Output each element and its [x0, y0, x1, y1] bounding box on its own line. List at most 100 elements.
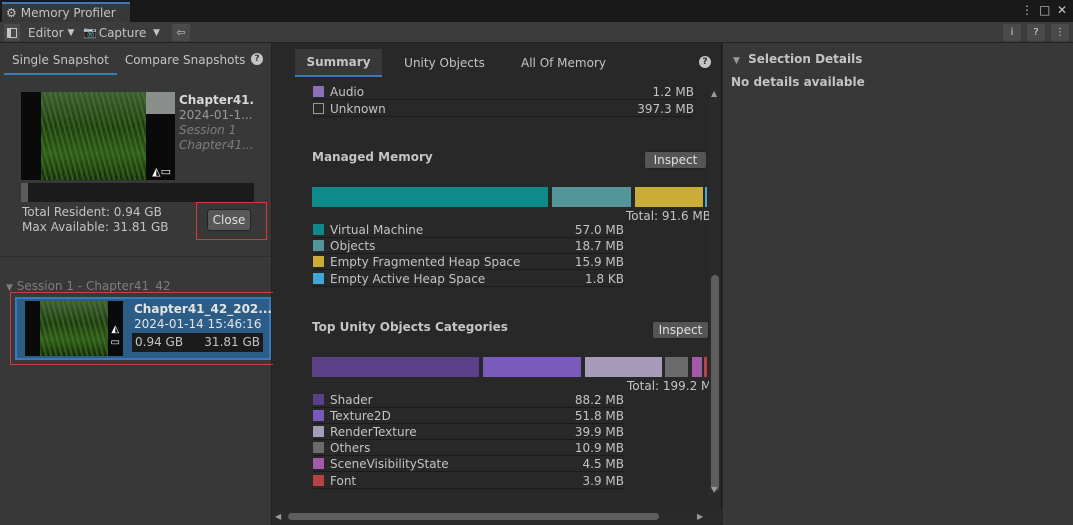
session-available: 31.81 GB: [204, 335, 260, 349]
close-window-icon[interactable]: ✕: [1057, 3, 1067, 17]
list-item[interactable]: Audio 1.2 MB: [313, 84, 694, 100]
bar-segment-shader[interactable]: [312, 357, 479, 377]
bar-segment-objects[interactable]: [552, 187, 631, 207]
tab-summary[interactable]: Summary: [295, 49, 382, 77]
close-button[interactable]: Close: [207, 209, 251, 231]
horizontal-scrollbar[interactable]: ◀ ▶: [273, 510, 722, 523]
row-label: Texture2D: [330, 408, 391, 423]
snapshot-name: Chapter41...: [179, 93, 255, 107]
row-label: Audio: [330, 84, 365, 99]
legend-swatch: [313, 103, 324, 114]
tab-single-snapshot[interactable]: Single Snapshot: [4, 51, 117, 75]
selection-details-title: Selection Details: [748, 52, 863, 66]
import-icon: ⇦: [176, 26, 186, 39]
bar-segment-virtual-machine[interactable]: [312, 187, 548, 207]
legend-swatch: [313, 240, 324, 251]
capture-options-dropdown[interactable]: ▼: [153, 24, 160, 41]
list-item[interactable]: Shader 88.2 MB: [313, 392, 624, 408]
snapshot-date: 2024-01-1...: [179, 108, 253, 122]
close-highlight: Close: [196, 202, 267, 240]
unity-editor-icon: ◭▭: [110, 324, 120, 348]
list-item[interactable]: RenderTexture 39.9 MB: [313, 424, 624, 440]
row-value: 10.9 MB: [574, 440, 624, 455]
bar-segment-rendertexture[interactable]: [585, 357, 662, 377]
row-value: 15.9 MB: [574, 254, 624, 269]
session-header[interactable]: ▼ Session 1 - Chapter41_42: [6, 279, 170, 293]
row-label: SceneVisibilityState: [330, 456, 449, 471]
tab-compare-snapshots[interactable]: Compare Snapshots: [117, 51, 254, 75]
list-item[interactable]: Font 3.9 MB: [313, 473, 624, 489]
row-label: Empty Fragmented Heap Space: [330, 254, 521, 269]
info-icon[interactable]: i: [1003, 24, 1021, 41]
inspect-unity-objects-button[interactable]: Inspect: [652, 321, 709, 339]
bar-segment-empty-fragmented[interactable]: [635, 187, 703, 207]
scroll-down-icon[interactable]: ▼: [711, 485, 717, 494]
total-resident: Total Resident: 0.94 GB: [22, 205, 162, 219]
row-value: 397.3 MB: [637, 101, 694, 116]
row-label: RenderTexture: [330, 424, 417, 439]
session-item-highlight: ◭ ▭ Chapter41_42_202... 2024-01-14 15:46:…: [10, 292, 275, 365]
bar-segment-others[interactable]: [665, 357, 688, 377]
list-item[interactable]: Virtual Machine 57.0 MB: [313, 222, 624, 238]
bar-segment-empty-active[interactable]: [705, 187, 707, 207]
session-snapshot-item[interactable]: ◭ ▭ Chapter41_42_202... 2024-01-14 15:46:…: [15, 297, 272, 360]
row-value: 88.2 MB: [574, 392, 624, 407]
inspect-managed-button[interactable]: Inspect: [644, 151, 707, 169]
more-menu-icon[interactable]: ⋮: [1051, 24, 1069, 41]
row-label: Others: [330, 440, 371, 455]
help-icon[interactable]: ?: [251, 53, 263, 65]
row-value: 1.8 KB: [585, 271, 624, 286]
row-value: 4.5 MB: [582, 456, 624, 471]
legend-swatch: [313, 256, 324, 267]
managed-memory-bar[interactable]: [312, 187, 707, 207]
vertical-scrollbar[interactable]: ▲ ▼: [709, 87, 720, 497]
scroll-right-icon[interactable]: ▶: [697, 512, 703, 521]
vertical-scroll-thumb[interactable]: [711, 275, 719, 491]
legend-swatch: [313, 458, 324, 469]
maximize-icon[interactable]: □: [1039, 3, 1050, 17]
list-item[interactable]: SceneVisibilityState 4.5 MB: [313, 456, 624, 472]
unity-objects-total: Total: 199.2 M: [627, 379, 712, 393]
row-value: 57.0 MB: [574, 222, 624, 237]
horizontal-scroll-thumb[interactable]: [288, 513, 659, 520]
import-button[interactable]: ⇦: [172, 24, 190, 41]
sidebar-toggle-button[interactable]: [4, 24, 20, 41]
more-options-icon[interactable]: ⋮: [1021, 3, 1033, 17]
unity-editor-icon: ◭▭: [152, 165, 171, 178]
legend-swatch: [313, 224, 324, 235]
row-value: 51.8 MB: [574, 408, 624, 423]
row-value: 18.7 MB: [574, 238, 624, 253]
bar-segment-scenevisibility[interactable]: [692, 357, 702, 377]
list-item[interactable]: Empty Active Heap Space 1.8 KB: [313, 271, 624, 287]
window-tab[interactable]: ⚙ Memory Profiler: [2, 2, 130, 22]
bar-segment-font[interactable]: [704, 357, 707, 377]
scroll-left-icon[interactable]: ◀: [275, 512, 281, 521]
title-bar: ⚙ Memory Profiler ⋮ □ ✕: [0, 0, 1073, 22]
legend-swatch: [313, 475, 324, 486]
camera-icon: 📷: [83, 26, 97, 39]
help-icon[interactable]: ?: [699, 56, 711, 68]
list-item[interactable]: Empty Fragmented Heap Space 15.9 MB: [313, 254, 624, 270]
snapshot-project: Chapter41...: [179, 138, 254, 152]
bar-segment-texture2d[interactable]: [483, 357, 581, 377]
target-dropdown[interactable]: Editor ▼: [28, 24, 74, 41]
snapshot-thumbnail: ◭▭: [21, 92, 175, 180]
row-value: 39.9 MB: [574, 424, 624, 439]
tab-all-of-memory[interactable]: All Of Memory: [507, 49, 620, 77]
help-icon[interactable]: ?: [1027, 24, 1045, 41]
chevron-down-icon: ▼: [733, 56, 740, 66]
list-item[interactable]: Others 10.9 MB: [313, 440, 624, 456]
unity-objects-bar[interactable]: [312, 357, 707, 377]
row-label: Font: [330, 473, 357, 488]
scroll-up-icon[interactable]: ▲: [711, 89, 717, 98]
capture-button[interactable]: 📷 Capture: [83, 24, 146, 41]
summary-panel: Summary Unity Objects All Of Memory ? Au…: [273, 43, 722, 525]
selection-details-header[interactable]: ▼ Selection Details: [733, 52, 862, 66]
list-item[interactable]: Unknown 397.3 MB: [313, 101, 694, 117]
list-item[interactable]: Objects 18.7 MB: [313, 238, 624, 254]
session-snapshot-name: Chapter41_42_202...: [134, 302, 272, 316]
session-thumbnail: ◭ ▭: [25, 301, 123, 356]
tab-unity-objects[interactable]: Unity Objects: [382, 49, 507, 77]
chevron-down-icon: ▼: [67, 27, 75, 38]
list-item[interactable]: Texture2D 51.8 MB: [313, 408, 624, 424]
